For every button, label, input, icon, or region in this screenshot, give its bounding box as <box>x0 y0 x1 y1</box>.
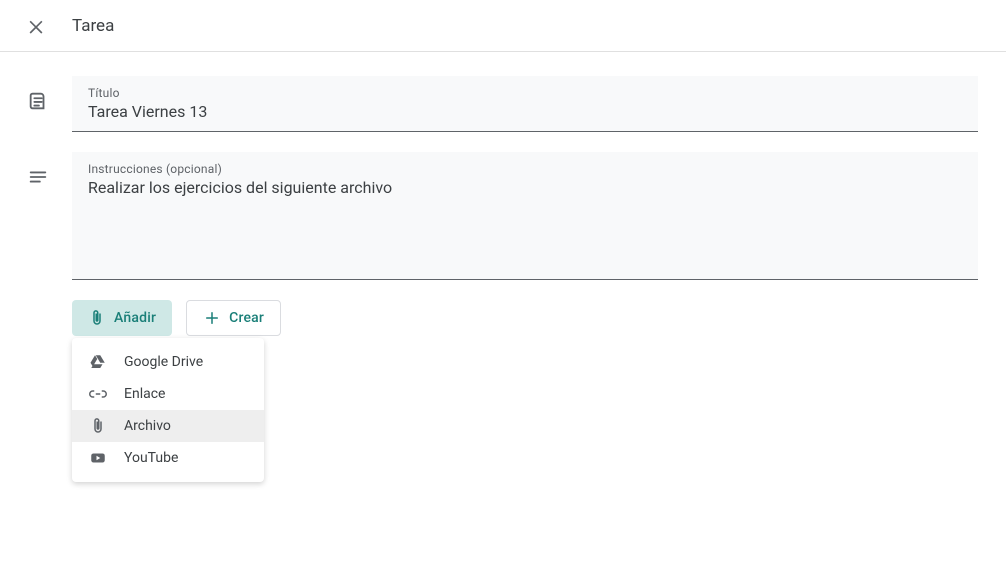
title-value: Tarea Viernes 13 <box>88 102 962 123</box>
close-button[interactable] <box>16 6 56 46</box>
add-dropdown: Google Drive Enlace Archivo YouTube <box>72 338 264 482</box>
title-field[interactable]: Título Tarea Viernes 13 <box>72 76 978 132</box>
add-button[interactable]: Añadir <box>72 300 172 336</box>
instructions-label: Instrucciones (opcional) <box>88 162 962 176</box>
menu-item-label: Archivo <box>124 418 171 434</box>
menu-item-label: Google Drive <box>124 354 203 370</box>
menu-item-label: YouTube <box>124 450 178 466</box>
assignment-icon <box>20 76 56 112</box>
instructions-field[interactable]: Instrucciones (opcional) Realizar los ej… <box>72 152 978 280</box>
notes-icon <box>20 152 56 188</box>
create-button[interactable]: Crear <box>186 300 281 336</box>
menu-item-file[interactable]: Archivo <box>72 410 264 442</box>
page-title: Tarea <box>72 16 114 36</box>
plus-icon <box>203 309 221 327</box>
menu-item-youtube[interactable]: YouTube <box>72 442 264 474</box>
instructions-value: Realizar los ejercicios del siguiente ar… <box>88 178 962 199</box>
menu-item-link[interactable]: Enlace <box>72 378 264 410</box>
attachment-icon <box>88 309 106 327</box>
menu-item-label: Enlace <box>124 386 165 402</box>
menu-item-google-drive[interactable]: Google Drive <box>72 346 264 378</box>
link-icon <box>88 385 108 403</box>
title-label: Título <box>88 86 962 100</box>
google-drive-icon <box>88 353 108 371</box>
close-icon <box>26 16 46 36</box>
create-button-label: Crear <box>229 310 264 326</box>
attachment-icon <box>88 417 108 435</box>
youtube-icon <box>88 449 108 467</box>
add-button-label: Añadir <box>114 310 156 326</box>
